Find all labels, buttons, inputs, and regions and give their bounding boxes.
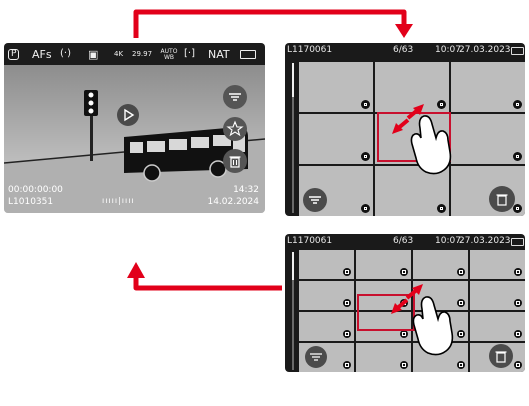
stack-icon <box>400 330 408 338</box>
scroll-bar[interactable] <box>292 63 294 213</box>
stack-icon <box>361 204 370 213</box>
trash-icon <box>495 351 507 363</box>
stack-icon <box>343 330 351 338</box>
stack-icon <box>400 361 408 369</box>
stack-icon <box>513 152 522 161</box>
arrow-bottom-head <box>127 262 145 278</box>
selection-frame <box>377 112 451 162</box>
stack-icon <box>457 361 465 369</box>
delete-button[interactable] <box>489 344 513 368</box>
thumbnail-cell[interactable] <box>375 62 449 112</box>
trash-icon <box>229 156 241 168</box>
menu-icon <box>310 353 322 361</box>
thumbnail-cell[interactable] <box>451 114 525 164</box>
clip-id-label: L1010351 <box>8 197 54 207</box>
date-label: 27.03.2023 <box>459 236 511 246</box>
stack-icon <box>361 152 370 161</box>
thumbnail-cell[interactable] <box>470 312 525 341</box>
file-name-label: L1170061 <box>287 45 333 55</box>
live-view-screen: P AFs (·) ▣ 4K 29.97 AUTO WB [·] NAT 00:… <box>4 43 265 213</box>
delete-button[interactable] <box>489 186 515 212</box>
selection-frame <box>357 294 415 331</box>
arrow-bottom <box>133 276 282 291</box>
stack-icon <box>343 299 351 307</box>
stack-icon <box>457 330 465 338</box>
thumbnail-cell[interactable] <box>413 250 468 279</box>
thumbnail-cell[interactable] <box>451 62 525 112</box>
battery-icon <box>511 238 524 246</box>
playback-grid-3x3-screen: L1170061 6/63 10:07 27.03.2023 <box>285 43 525 216</box>
arrow-top-head <box>395 24 413 38</box>
focus-area-icon: [·] <box>184 48 195 59</box>
white-balance-icon: AUTO WB <box>160 48 178 61</box>
af-mode-label: AFs <box>32 48 52 61</box>
scroll-thumb[interactable] <box>292 252 294 280</box>
stack-icon <box>514 330 522 338</box>
menu-button[interactable] <box>305 346 327 368</box>
time-label: 10:07 <box>435 45 461 55</box>
scroll-bar[interactable] <box>292 252 294 370</box>
thumbnail-cell[interactable] <box>299 62 373 112</box>
resolution-label: 4K <box>114 50 124 58</box>
arrow-top <box>133 9 407 38</box>
thumbnail-cell[interactable] <box>413 343 468 372</box>
counter-label: 6/63 <box>393 45 414 55</box>
stack-icon <box>513 100 522 109</box>
thumbnail-cell[interactable] <box>299 250 354 279</box>
thumbnail-cell[interactable] <box>299 312 354 341</box>
stack-icon <box>437 204 446 213</box>
thumbnail-cell[interactable] <box>470 250 525 279</box>
stack-icon <box>361 100 370 109</box>
thumbnail-cell[interactable] <box>356 343 411 372</box>
stack-icon <box>457 299 465 307</box>
thumbnail-cell[interactable] <box>413 312 468 341</box>
delete-button[interactable] <box>223 149 247 173</box>
stack-icon <box>343 361 351 369</box>
playback-grid-4x4-screen: L1170061 6/63 10:07 27.03.2023 <box>285 234 525 372</box>
thumbnail-cell[interactable] <box>413 281 468 310</box>
scene-icon: ▣ <box>88 48 99 61</box>
trash-icon <box>496 194 508 206</box>
date-label: 14.02.2024 <box>207 197 259 207</box>
stack-icon <box>514 361 522 369</box>
film-style-label: NAT <box>208 48 230 61</box>
menu-icon <box>309 196 321 204</box>
stack-icon <box>400 268 408 276</box>
time-label: 10:07 <box>435 236 461 246</box>
file-name-label: L1170061 <box>287 236 333 246</box>
metering-icon: (·) <box>60 48 71 59</box>
status-icons: P AFs (·) ▣ 4K 29.97 AUTO WB [·] NAT <box>4 49 265 63</box>
clock-label: 14:32 <box>233 185 259 195</box>
framerate-label: 29.97 <box>132 50 153 58</box>
play-icon <box>124 108 135 122</box>
play-button[interactable] <box>117 104 139 126</box>
counter-label: 6/63 <box>393 236 414 246</box>
stack-icon <box>457 268 465 276</box>
date-label: 27.03.2023 <box>459 45 511 55</box>
thumbnail-cell[interactable] <box>470 281 525 310</box>
mode-p-icon: P <box>8 49 20 60</box>
stack-icon <box>437 100 446 109</box>
battery-icon <box>511 47 524 55</box>
thumbnail-cell[interactable] <box>299 114 373 164</box>
favorite-button[interactable] <box>223 117 247 141</box>
menu-button[interactable] <box>303 188 327 212</box>
menu-icon <box>229 93 241 101</box>
stack-icon <box>514 268 522 276</box>
scale-indicator: ııııı|ıııı <box>102 196 135 205</box>
timecode-label: 00:00:00:00 <box>8 185 63 195</box>
thumbnail-cell[interactable] <box>375 166 449 216</box>
star-icon <box>226 120 244 137</box>
thumbnail-cell[interactable] <box>356 250 411 279</box>
stack-icon <box>514 299 522 307</box>
battery-icon <box>240 50 256 59</box>
menu-button[interactable] <box>223 85 247 109</box>
thumbnail-cell[interactable] <box>299 281 354 310</box>
stack-icon <box>343 268 351 276</box>
scroll-thumb[interactable] <box>292 63 294 97</box>
